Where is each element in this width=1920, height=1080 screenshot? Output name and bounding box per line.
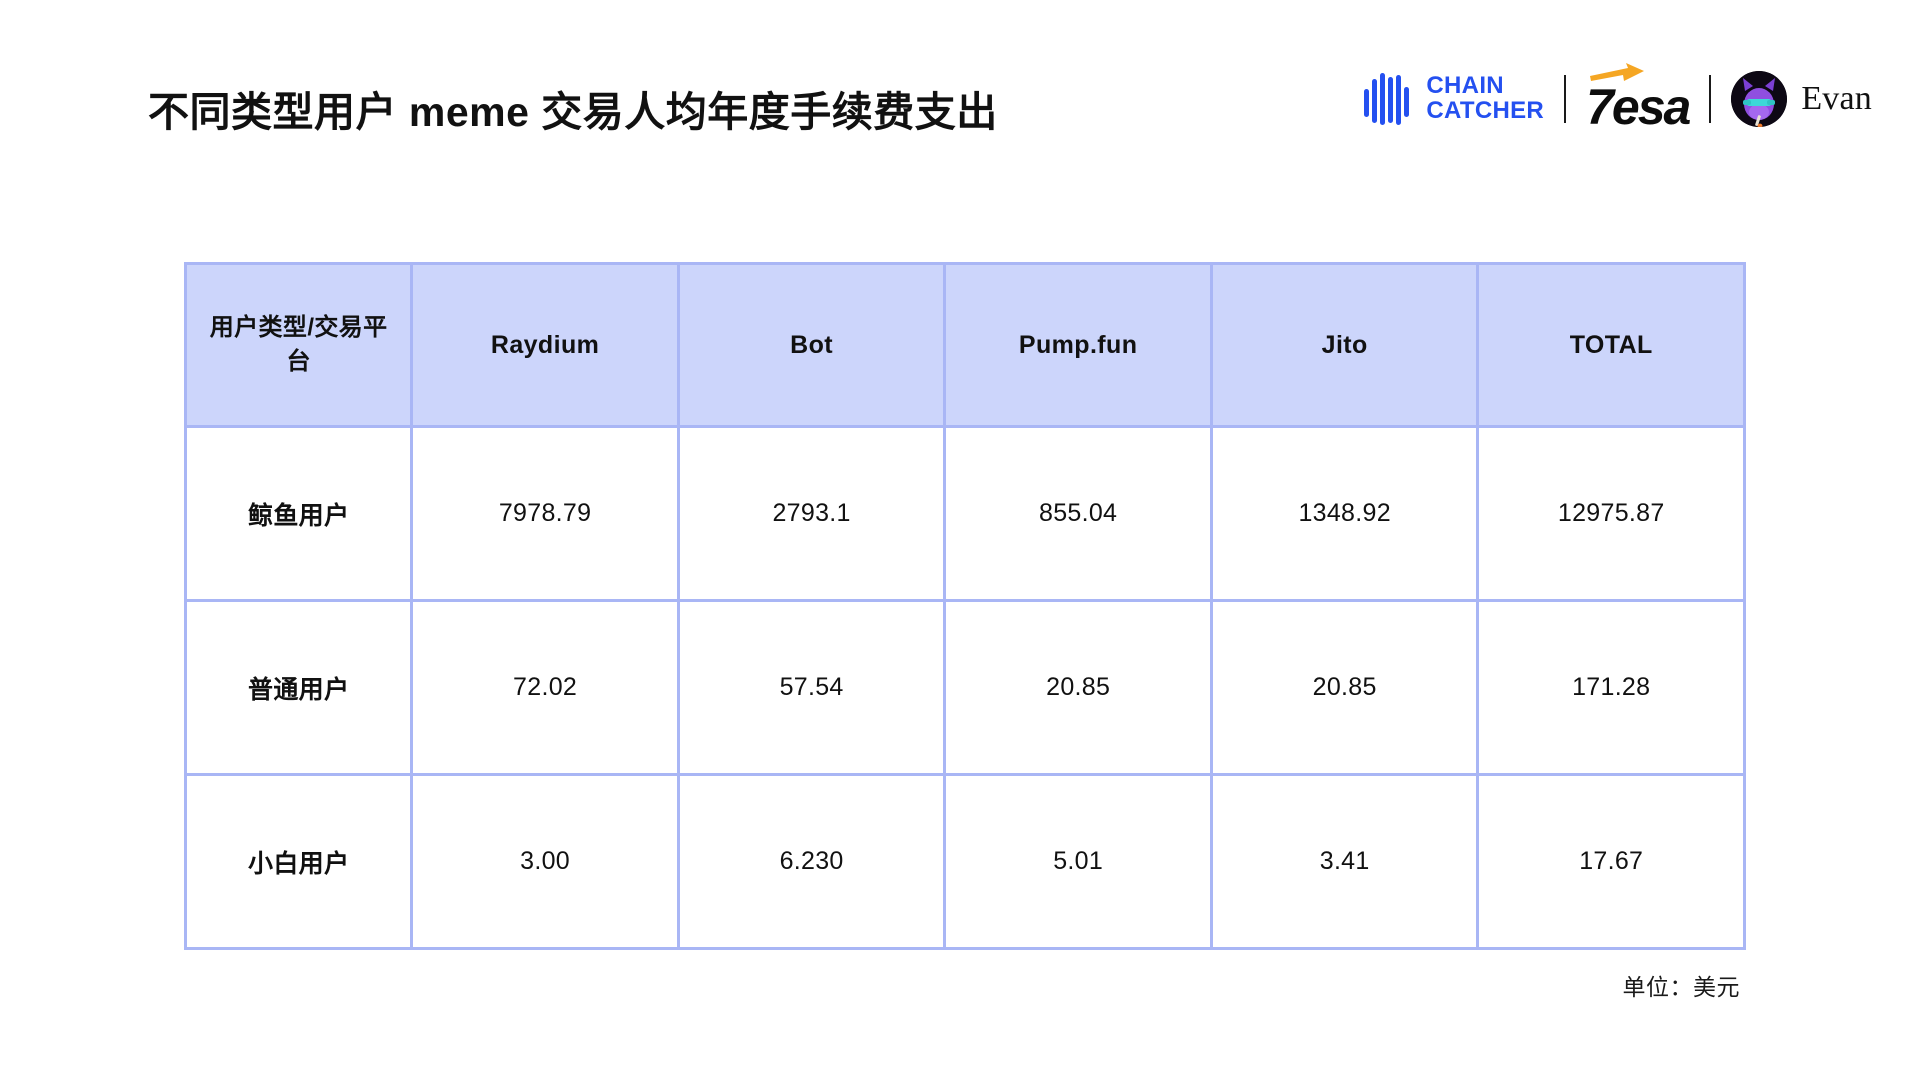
cell-novice-jito: 3.41 (1212, 776, 1480, 950)
header-bar: 不同类型用户 meme 交易人均年度手续费支出 CHAIN CATCHER 7e… (0, 0, 1920, 180)
tesa-lead: 7 (1586, 79, 1614, 135)
chaincatcher-bars-icon (1363, 73, 1413, 125)
avatar (1731, 71, 1788, 127)
cell-whale-jito: 1348.92 (1212, 428, 1480, 602)
brand-logo-group: CHAIN CATCHER 7esa Evan (1363, 63, 1872, 135)
tesa-logo: 7esa (1586, 63, 1691, 135)
evan-name: Evan (1801, 80, 1872, 117)
unit-footnote: 单位：美元 (1622, 974, 1740, 1000)
orange-arrow-icon (1590, 63, 1645, 81)
fee-table-container: 用户类型/交易平台 Raydium Bot Pump.fun Jito TOTA… (184, 262, 1746, 950)
column-header-jito: Jito (1212, 262, 1480, 428)
slide-canvas: 不同类型用户 meme 交易人均年度手续费支出 CHAIN CATCHER 7e… (0, 0, 1920, 1080)
table-body: 鲸鱼用户 7978.79 2793.1 855.04 1348.92 12975… (184, 428, 1746, 950)
column-header-user-type: 用户类型/交易平台 (184, 262, 414, 428)
row-label-whale: 鲸鱼用户 (184, 428, 414, 602)
cell-novice-raydium: 3.00 (413, 776, 680, 950)
table-row: 小白用户 3.00 6.230 5.01 3.41 17.67 (184, 776, 1746, 950)
cell-novice-pumpfun: 5.01 (946, 776, 1213, 950)
tesa-rest: esa (1611, 79, 1691, 135)
evan-credit: Evan (1731, 71, 1872, 127)
chaincatcher-line-1: CHAIN (1426, 72, 1504, 100)
cell-whale-pumpfun: 855.04 (946, 428, 1213, 602)
cell-normal-pumpfun: 20.85 (946, 602, 1213, 776)
row-label-novice: 小白用户 (184, 776, 414, 950)
fee-table: 用户类型/交易平台 Raydium Bot Pump.fun Jito TOTA… (184, 262, 1746, 950)
cell-normal-total: 171.28 (1479, 602, 1746, 776)
cell-whale-raydium: 7978.79 (413, 428, 680, 602)
cell-normal-bot: 57.54 (679, 602, 947, 776)
column-header-bot: Bot (679, 262, 947, 428)
cell-normal-jito: 20.85 (1212, 602, 1480, 776)
cell-novice-total: 17.67 (1479, 776, 1746, 950)
evan-purple-cat-avatar-icon (1731, 71, 1788, 127)
table-row: 普通用户 72.02 57.54 20.85 20.85 171.28 (184, 602, 1746, 776)
cell-normal-raydium: 72.02 (413, 602, 680, 776)
cell-whale-bot: 2793.1 (679, 428, 947, 602)
tesa-wordmark: 7esa (1586, 79, 1691, 135)
chaincatcher-logo: CHAIN CATCHER (1363, 73, 1544, 125)
row-label-normal: 普通用户 (184, 602, 414, 776)
cell-whale-total: 12975.87 (1479, 428, 1746, 602)
column-header-raydium: Raydium (413, 262, 680, 428)
column-header-total: TOTAL (1479, 262, 1746, 428)
page-title: 不同类型用户 meme 交易人均年度手续费支出 (148, 89, 998, 135)
cell-novice-bot: 6.230 (679, 776, 947, 950)
chaincatcher-line-2: CATCHER (1426, 97, 1545, 124)
column-header-pumpfun: Pump.fun (946, 262, 1213, 428)
table-header-row: 用户类型/交易平台 Raydium Bot Pump.fun Jito TOTA… (184, 262, 1746, 428)
table-header: 用户类型/交易平台 Raydium Bot Pump.fun Jito TOTA… (184, 262, 1746, 428)
chaincatcher-wordmark: CHAIN CATCHER (1426, 72, 1545, 124)
brand-divider-2 (1709, 75, 1712, 123)
brand-divider-1 (1564, 75, 1567, 123)
table-row: 鲸鱼用户 7978.79 2793.1 855.04 1348.92 12975… (184, 428, 1746, 602)
